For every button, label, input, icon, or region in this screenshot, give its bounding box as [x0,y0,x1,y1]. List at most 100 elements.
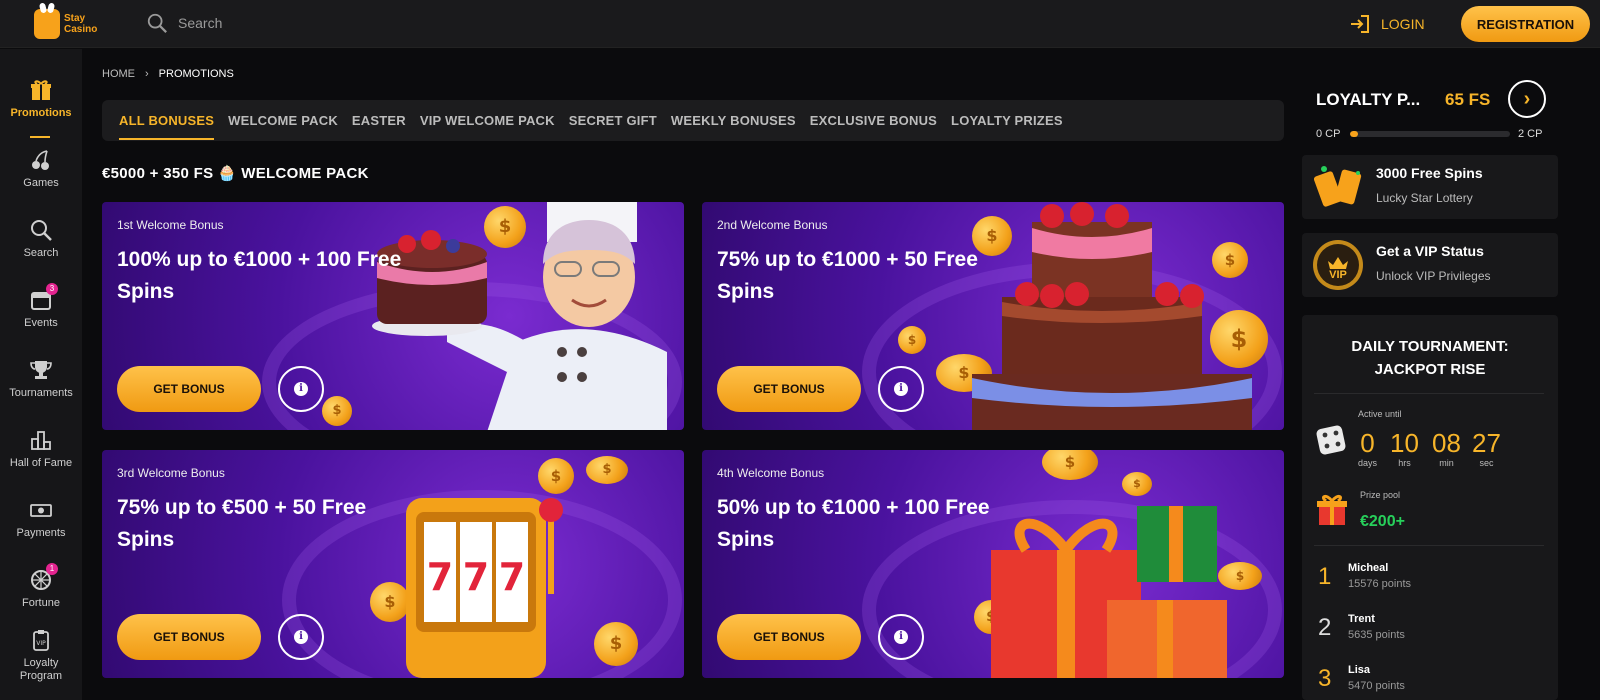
tab-secret-gift[interactable]: SECRET GIFT [569,113,657,128]
get-bonus-button[interactable]: GET BONUS [117,614,261,660]
countdown-minutes: 08 min [1432,428,1461,468]
get-bonus-button[interactable]: GET BONUS [117,366,261,412]
login-button[interactable]: LOGIN [1349,14,1425,34]
sidebar-item-label: Events [24,317,58,329]
coin-icon: $ [594,622,638,666]
info-button[interactable]: i [878,366,924,412]
sidebar-item-payments[interactable]: Payments [0,499,82,539]
logo-line2: Casino [64,24,98,35]
breadcrumb-home[interactable]: HOME [102,68,135,80]
coin-icon: $ [898,326,926,354]
active-until-label: Active until [1358,409,1402,419]
get-bonus-button[interactable]: GET BONUS [717,614,861,660]
prize-pool-value: €200+ [1360,513,1405,530]
leader-points: 15576 points [1348,578,1411,590]
sidebar-item-label: Fortune [22,597,60,609]
bonus-card-3: $ $ $ $ 7 7 7 3rd Welcome Bonus 75% up t… [102,450,684,678]
vip-badge-text: VIP [1329,269,1347,281]
vip-crown-icon [1313,240,1363,290]
sidebar-item-search[interactable]: Search [0,219,82,259]
promo-subtitle: Lucky Star Lottery [1376,191,1473,205]
sidebar-item-label: Tournaments [9,387,73,399]
leader-name: Micheal [1348,562,1389,574]
chevron-right-icon: › [145,68,149,80]
bonus-label: 2nd Welcome Bonus [717,218,828,232]
sidebar-item-events[interactable]: 3 Events [0,283,82,329]
sidebar-item-label: Loyalty Program [19,657,63,682]
leader-name: Trent [1348,613,1375,625]
leader-points: 5470 points [1348,680,1405,692]
bonus-tabs: ALL BONUSES WELCOME PACK EASTER VIP WELC… [102,100,1284,141]
top-bar: Stay Casino Search LOGIN REGISTRATION [0,0,1600,48]
tab-exclusive-bonus[interactable]: EXCLUSIVE BONUS [810,113,937,128]
search-icon [30,219,52,241]
countdown-days: 0 days [1358,428,1378,468]
leader-rank: 3 [1318,665,1332,692]
slot-machine-illustration: 7 7 7 [406,498,563,678]
logo-line1: Stay [64,13,86,24]
sidebar-item-fortune[interactable]: 1 Fortune [0,563,82,609]
bonus-card-1: $ $ 1st Welcome Bonus 100% up to €1000 +… [102,202,684,430]
calendar-icon: 3 [30,283,58,311]
lottery-promo[interactable]: 3000 Free Spins Lucky Star Lottery [1302,155,1558,219]
svg-text:VIP: VIP [36,640,46,647]
registration-button[interactable]: REGISTRATION [1461,6,1590,42]
loyalty-title: LOYALTY P... [1316,90,1421,109]
info-icon: i [294,630,308,644]
sidebar-item-games[interactable]: Games [0,149,82,189]
gift-boxes-illustration [991,506,1227,678]
cash-icon [30,499,52,521]
info-button[interactable]: i [278,614,324,660]
wheel-icon: 1 [30,563,58,591]
sidebar-item-promotions[interactable]: Promotions [0,79,82,119]
info-button[interactable]: i [278,366,324,412]
get-bonus-button[interactable]: GET BONUS [717,366,861,412]
search-box[interactable]: Search [146,12,222,34]
tournament-title-line1: DAILY TOURNAMENT: [1351,338,1509,355]
info-icon: i [894,630,908,644]
loyalty-progress-bar [1350,131,1510,137]
bonus-headline: 75% up to €500 + 50 Free Spins [117,496,367,551]
loyalty-next-button[interactable]: › [1508,80,1546,118]
cherries-icon [30,149,52,171]
bunny-logo-icon [34,9,60,39]
layered-cake-illustration [972,202,1252,430]
tab-all-bonuses[interactable]: ALL BONUSES [119,113,215,140]
tab-easter[interactable]: EASTER [352,113,406,128]
sidebar-item-label: Games [23,177,59,189]
leader-rank: 2 [1318,614,1332,641]
vip-promo[interactable]: VIP Get a VIP Status Unlock VIP Privileg… [1302,233,1558,297]
svg-text:7: 7 [427,555,453,599]
sidebar-item-hall-of-fame[interactable]: Hall of Fame [0,429,82,469]
tab-weekly-bonuses[interactable]: WEEKLY BONUSES [671,113,796,128]
sidebar-item-loyalty-program[interactable]: VIP Loyalty Program [0,629,82,683]
logo[interactable]: Stay Casino [34,6,114,42]
sidebar-item-label: Hall of Fame [9,457,73,469]
coin-icon: $ [322,396,352,426]
bonus-label: 3rd Welcome Bonus [117,466,225,480]
svg-text:7: 7 [463,555,489,599]
sidebar-item-tournaments[interactable]: Tournaments [0,359,82,399]
loyalty-progress-fill [1350,131,1358,137]
info-button[interactable]: i [878,614,924,660]
info-icon: i [894,382,908,396]
lottery-tickets-icon [1314,166,1362,207]
bonus-label: 4th Welcome Bonus [717,466,825,480]
countdown-seconds: 27 sec [1472,428,1501,468]
trophy-icon [30,359,52,381]
tab-loyalty-prizes[interactable]: LOYALTY PRIZES [951,113,1063,128]
coin-icon: $ [1042,450,1098,480]
gift-icon [30,79,52,101]
coin-icon: $ [586,456,628,484]
bonus-card-4: $ $ $ $ 4th Welcome Bonus 50% up to €100… [702,450,1284,678]
tab-welcome-pack[interactable]: WELCOME PACK [228,113,338,128]
leader-points: 5635 points [1348,629,1405,641]
breadcrumb: HOME › PROMOTIONS [102,68,234,80]
bonus-headline: 50% up to €1000 + 100 Free Spins [717,496,990,551]
bonus-card-2: $ $ $ $ $ 2nd Welcome Bonus 75% up to €1… [702,202,1284,430]
tab-vip-welcome-pack[interactable]: VIP WELCOME PACK [420,113,555,128]
sidebar-item-label: Promotions [10,107,72,119]
active-underline [30,136,50,138]
promo-title: 3000 Free Spins [1376,165,1483,181]
loyalty-free-spins: 65 FS [1445,90,1491,109]
